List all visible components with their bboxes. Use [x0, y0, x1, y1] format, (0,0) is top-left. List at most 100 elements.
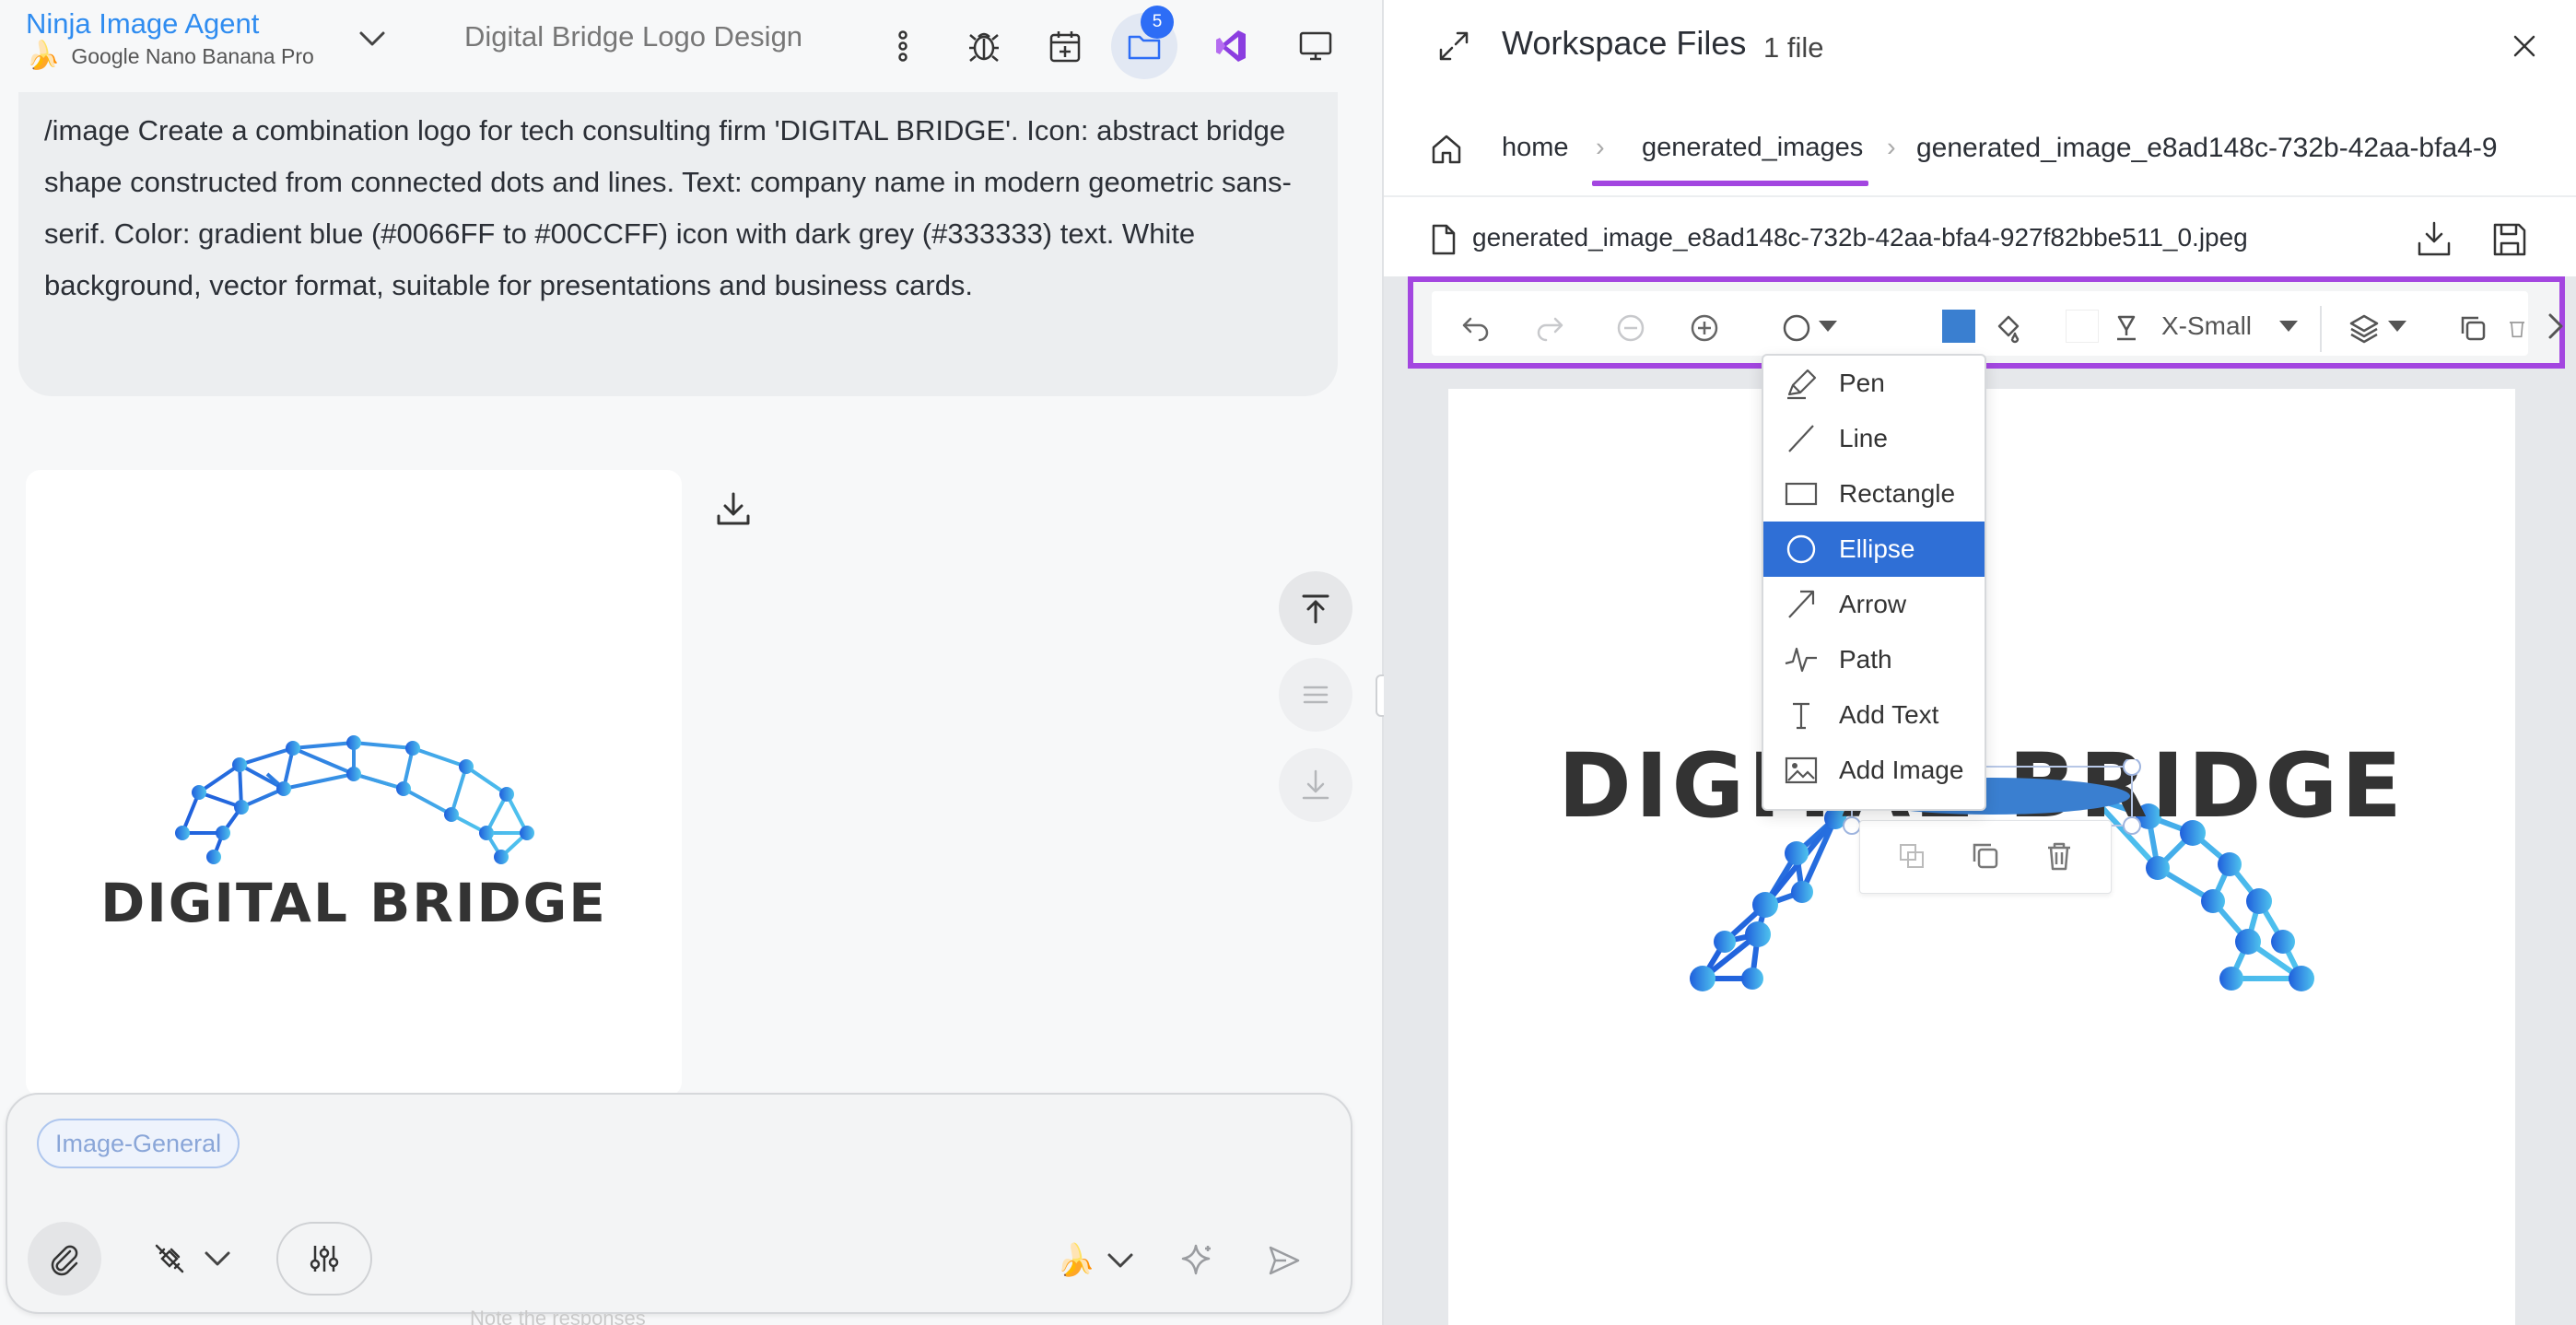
layers-button[interactable]	[2346, 310, 2383, 346]
layers-icon	[2349, 314, 2379, 344]
menu-item-label: Line	[1839, 424, 1888, 452]
conversation-title[interactable]: Digital Bridge Logo Design	[464, 20, 802, 53]
delete-button[interactable]	[2506, 310, 2528, 346]
debug-button[interactable]	[951, 13, 1017, 79]
breadcrumb-home[interactable]: home	[1502, 133, 1569, 163]
arrow-to-top-icon	[1302, 594, 1329, 624]
schedule-button[interactable]	[1032, 13, 1098, 79]
chevron-down-icon[interactable]	[199, 1240, 236, 1277]
menu-item-path[interactable]: Path	[1763, 632, 1985, 687]
file-count-badge: 5	[1141, 6, 1174, 39]
fill-bucket-button[interactable]	[1990, 310, 2027, 346]
download-to-device-icon[interactable]	[2414, 219, 2454, 260]
agent-name[interactable]: Ninja Image Agent	[26, 7, 259, 41]
stroke-pen-icon	[2117, 315, 2136, 341]
caret-down-icon[interactable]	[1815, 315, 1841, 337]
redo-icon	[1537, 317, 1563, 342]
menu-item-label: Pen	[1839, 369, 1885, 397]
menu-item-arrow[interactable]: Arrow	[1763, 577, 1985, 632]
scroll-to-top-button[interactable]	[1279, 571, 1352, 645]
workspace-files-button[interactable]: 5	[1111, 6, 1177, 79]
zoom-out-button[interactable]	[1612, 310, 1649, 346]
path-icon	[1785, 647, 1817, 673]
toolbar-separator	[2320, 306, 2322, 352]
enhance-prompt-button[interactable]	[1170, 1233, 1225, 1288]
stroke-color-swatch[interactable]	[2066, 310, 2099, 343]
undo-button[interactable]	[1458, 310, 1494, 346]
vscode-icon	[1216, 30, 1246, 62]
delete-icon[interactable]	[2043, 839, 2076, 873]
chevron-right-icon[interactable]	[2545, 310, 2567, 343]
open-file-name: generated_image_e8ad148c-732b-42aa-bfa4-…	[1472, 223, 2248, 252]
line-icon	[1788, 425, 1814, 452]
fill-color-swatch[interactable]	[1942, 310, 1975, 343]
tools-toggle-button[interactable]	[142, 1222, 197, 1296]
open-in-vscode-button[interactable]	[1198, 13, 1264, 79]
stroke-color-button[interactable]	[2108, 310, 2145, 346]
text-icon	[1793, 702, 1809, 730]
menu-item-pen[interactable]: Pen	[1763, 356, 1985, 411]
banana-icon: 🍌	[26, 41, 61, 71]
save-icon[interactable]	[2489, 219, 2530, 260]
scroll-to-bottom-button[interactable]	[1279, 748, 1352, 822]
menu-item-rectangle[interactable]: Rectangle	[1763, 466, 1985, 522]
send-button[interactable]	[1257, 1233, 1312, 1288]
image-editor-toolbar: X-Small	[1408, 276, 2565, 369]
menu-item-label: Rectangle	[1839, 479, 1956, 508]
copy-icon	[2461, 316, 2486, 341]
selection-mini-toolbar	[1859, 820, 2112, 894]
send-icon	[1269, 1246, 1300, 1275]
breadcrumb-generated-images[interactable]: generated_images	[1642, 133, 1863, 163]
composer-hint: Note the responses	[470, 1307, 646, 1325]
bug-icon	[969, 32, 999, 62]
sliders-icon	[310, 1246, 339, 1272]
generated-image-card[interactable]: DIGITAL BRIDGE	[26, 470, 682, 1096]
model-name: Google Nano Banana Pro	[71, 43, 314, 68]
caret-down-icon[interactable]	[2384, 315, 2410, 337]
file-icon	[1432, 224, 1456, 255]
menu-item-line[interactable]: Line	[1763, 411, 1985, 466]
copy-button[interactable]	[2454, 310, 2491, 346]
chat-pane: Ninja Image Agent 🍌 Google Nano Banana P…	[0, 0, 1382, 1325]
paperclip-icon	[51, 1245, 78, 1276]
menu-item-add-image[interactable]: Add Image	[1763, 743, 1985, 798]
breadcrumb-active-indicator	[1592, 181, 1868, 186]
menu-item-add-text[interactable]: Add Text	[1763, 687, 1985, 743]
shape-tool-button[interactable]	[1778, 310, 1815, 346]
zoom-in-button[interactable]	[1686, 310, 1723, 346]
message-list-button[interactable]	[1279, 658, 1352, 732]
arrow-icon	[1788, 590, 1815, 618]
settings-sliders-button[interactable]	[276, 1222, 372, 1296]
workspace-file-count: 1 file	[1763, 31, 1824, 64]
home-icon[interactable]	[1428, 131, 1465, 168]
close-icon[interactable]	[2506, 28, 2543, 64]
rectangle-icon	[1785, 482, 1818, 506]
undo-icon	[1462, 317, 1489, 342]
attach-button[interactable]	[28, 1222, 101, 1296]
user-prompt-text: /image Create a combination logo for tec…	[44, 114, 1292, 301]
font-size-select[interactable]: X-Small	[2161, 311, 2252, 341]
trash-icon	[2510, 322, 2524, 338]
menu-item-label: Add Image	[1839, 756, 1964, 784]
message-composer[interactable]: Image-General 🍌	[6, 1093, 1352, 1314]
chevron-down-icon[interactable]	[354, 20, 391, 57]
chat-header: Ninja Image Agent 🍌 Google Nano Banana P…	[0, 0, 1382, 92]
preview-toggle-button[interactable]	[1282, 13, 1349, 79]
redo-button[interactable]	[1531, 310, 1568, 346]
chevron-down-icon[interactable]	[1102, 1242, 1139, 1279]
image-icon	[1785, 756, 1818, 784]
model-selector-label[interactable]: 🍌 Google Nano Banana Pro	[26, 42, 314, 70]
breadcrumb-current-file[interactable]: generated_image_e8ad148c-732b-42aa-bfa4-…	[1916, 133, 2498, 164]
more-options-button[interactable]	[870, 13, 936, 79]
expand-icon[interactable]	[1435, 28, 1472, 64]
group-icon[interactable]	[1895, 839, 1928, 873]
breadcrumb-separator: ›	[1887, 133, 1896, 162]
duplicate-icon[interactable]	[1969, 839, 2002, 873]
download-icon[interactable]	[711, 487, 755, 531]
skill-chip[interactable]: Image-General	[37, 1119, 240, 1168]
caret-down-icon[interactable]	[2276, 315, 2301, 337]
calendar-add-icon	[1049, 31, 1081, 63]
menu-item-ellipse[interactable]: Ellipse	[1763, 522, 1985, 577]
model-picker-button[interactable]: 🍌	[1048, 1233, 1104, 1288]
pen-icon	[1787, 369, 1817, 400]
